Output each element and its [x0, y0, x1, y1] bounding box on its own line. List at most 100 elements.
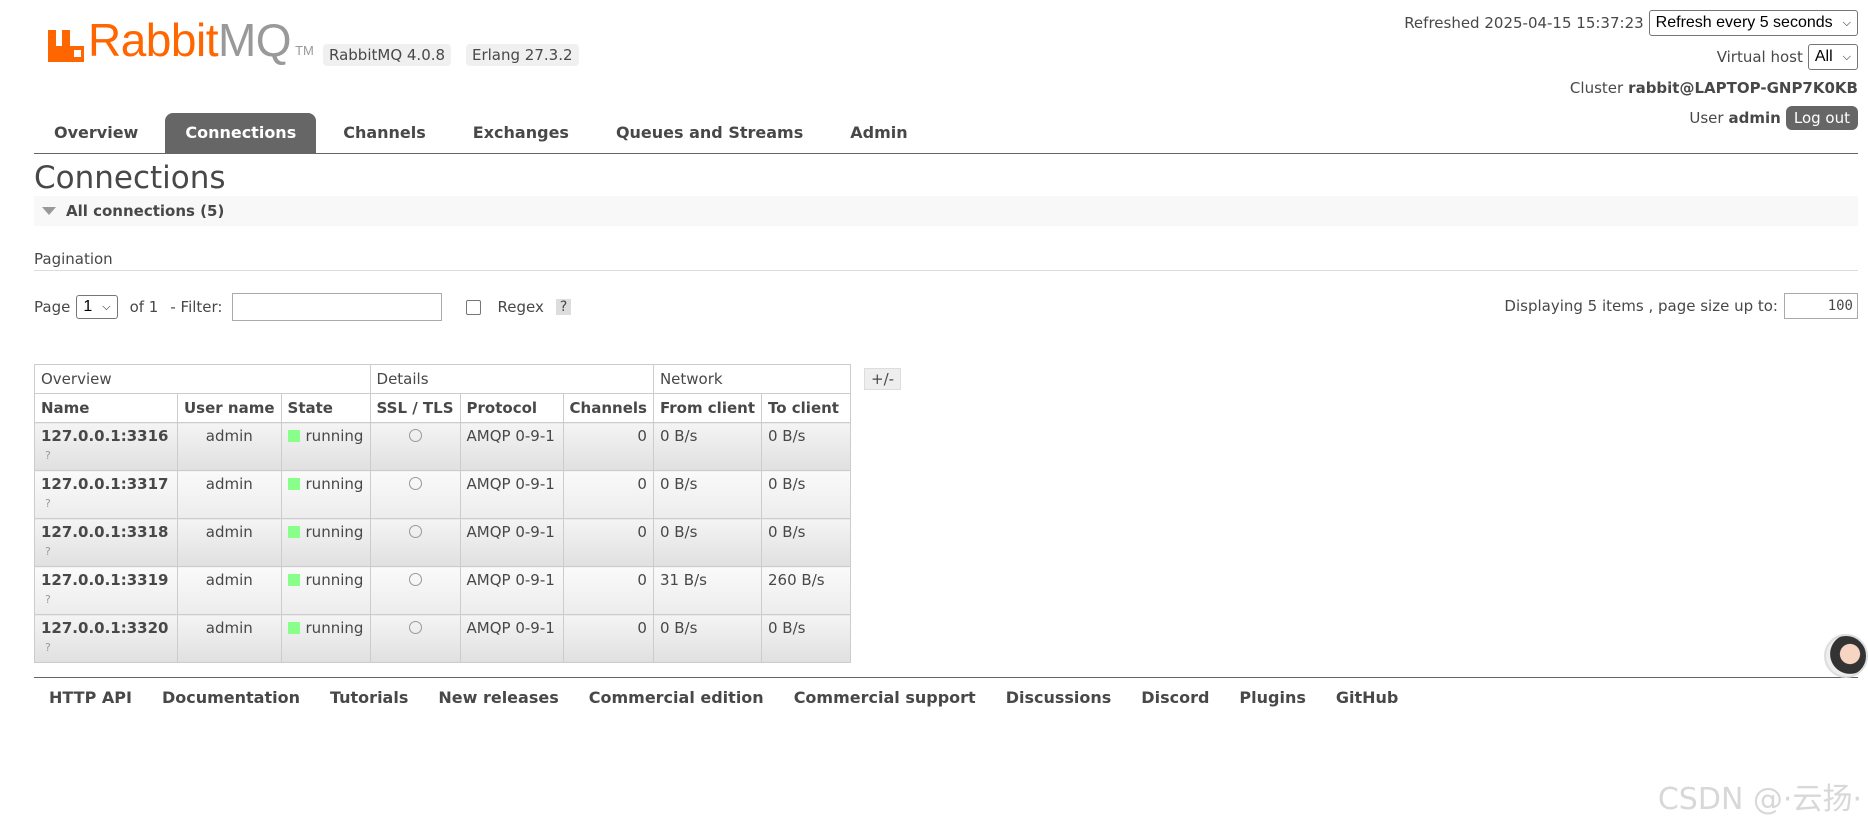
rabbitmq-logo[interactable]: RabbitMQ TM: [48, 14, 314, 66]
state-text: running: [305, 523, 364, 541]
rabbitmq-version-badge: RabbitMQ 4.0.8: [323, 44, 452, 66]
green-square-icon: [287, 622, 300, 634]
column-header-state[interactable]: State: [280, 393, 371, 423]
footer-link-github[interactable]: GitHub: [1321, 688, 1414, 707]
connection-link[interactable]: 127.0.0.1:3319: [41, 571, 171, 589]
regex-label: Regex: [497, 298, 544, 316]
group-header-overview: Overview: [34, 364, 371, 394]
pagination-divider: [34, 270, 1858, 271]
connection-link[interactable]: 127.0.0.1:3316: [41, 427, 171, 445]
state-cell: running: [280, 518, 371, 567]
to-client-cell: 0 B/s: [761, 422, 851, 471]
column-toggle-button[interactable]: +/-: [864, 368, 902, 390]
user-name-cell: admin: [177, 566, 282, 615]
connection-info-marker: ?: [45, 497, 51, 510]
column-header-to-client[interactable]: To client: [761, 393, 851, 423]
pagination-heading: Pagination: [34, 250, 113, 268]
tab-channels[interactable]: Channels: [323, 113, 446, 153]
ssl-cell: [369, 518, 461, 567]
footer-link-discord[interactable]: Discord: [1126, 688, 1224, 707]
channels-cell: 0: [562, 566, 654, 615]
column-header-user-name[interactable]: User name: [177, 393, 282, 423]
green-square-icon: [287, 574, 300, 586]
circle-icon: [408, 429, 422, 442]
refreshed-timestamp: Refreshed 2025-04-15 15:37:23: [1404, 14, 1644, 32]
footer-link-discussions[interactable]: Discussions: [991, 688, 1127, 707]
footer-link-commercial-support[interactable]: Commercial support: [779, 688, 991, 707]
to-client-cell: 260 B/s: [761, 566, 851, 615]
column-header-from-client[interactable]: From client: [652, 393, 763, 423]
protocol-cell: AMQP 0-9-1: [459, 566, 564, 615]
connection-info-marker: ?: [45, 449, 51, 462]
connection-link[interactable]: 127.0.0.1:3317: [41, 475, 171, 493]
footer-link-documentation[interactable]: Documentation: [147, 688, 315, 707]
section-label: All connections (5): [66, 202, 225, 220]
virtual-host-label: Virtual host: [1716, 48, 1803, 66]
protocol-cell: AMQP 0-9-1: [459, 470, 564, 519]
connection-info-marker: ?: [45, 545, 51, 558]
table-row: 127.0.0.1:3317? admin running AMQP 0-9-1…: [34, 470, 851, 519]
cluster-name: rabbit@LAPTOP-GNP7K0KB: [1628, 79, 1858, 97]
footer-link-new-releases[interactable]: New releases: [423, 688, 573, 707]
tab-overview[interactable]: Overview: [34, 113, 158, 153]
regex-checkbox[interactable]: [466, 299, 482, 315]
state-cell: running: [280, 614, 371, 663]
tab-queues-and-streams[interactable]: Queues and Streams: [596, 113, 823, 153]
chevron-down-icon: ⌵: [1842, 17, 1851, 29]
assistant-avatar-icon[interactable]: [1824, 634, 1868, 678]
from-client-cell: 31 B/s: [652, 566, 763, 615]
page-size-input[interactable]: 100: [1784, 293, 1858, 319]
green-square-icon: [287, 478, 300, 490]
green-square-icon: [287, 430, 300, 442]
state-text: running: [305, 427, 364, 445]
protocol-cell: AMQP 0-9-1: [459, 614, 564, 663]
filter-input[interactable]: [232, 293, 443, 321]
ssl-cell: [369, 470, 461, 519]
from-client-cell: 0 B/s: [652, 422, 763, 471]
user-name-cell: admin: [177, 518, 282, 567]
circle-icon: [408, 525, 422, 538]
all-connections-toggle[interactable]: All connections (5): [34, 196, 1858, 226]
connection-link[interactable]: 127.0.0.1:3320: [41, 619, 171, 637]
from-client-cell: 0 B/s: [652, 614, 763, 663]
connection-link[interactable]: 127.0.0.1:3318: [41, 523, 171, 541]
green-square-icon: [287, 526, 300, 538]
rabbit-logo-icon: [48, 24, 84, 62]
main-nav-tabs: Overview Connections Channels Exchanges …: [34, 113, 1858, 154]
ssl-cell: [369, 422, 461, 471]
footer-link-tutorials[interactable]: Tutorials: [315, 688, 423, 707]
circle-icon: [408, 477, 422, 490]
from-client-cell: 0 B/s: [652, 470, 763, 519]
state-text: running: [305, 571, 364, 589]
state-text: running: [305, 619, 364, 637]
state-cell: running: [280, 422, 371, 471]
table-row: 127.0.0.1:3319? admin running AMQP 0-9-1…: [34, 566, 851, 615]
footer-link-http-api[interactable]: HTTP API: [34, 688, 147, 707]
connection-name-cell: 127.0.0.1:3317?: [34, 470, 178, 519]
connection-name-cell: 127.0.0.1:3319?: [34, 566, 178, 615]
column-header-ssl-tls[interactable]: SSL / TLS: [369, 393, 461, 423]
state-cell: running: [280, 566, 371, 615]
user-name-cell: admin: [177, 614, 282, 663]
column-header-channels[interactable]: Channels: [562, 393, 654, 423]
page-label: Page: [34, 298, 71, 316]
footer-link-plugins[interactable]: Plugins: [1224, 688, 1320, 707]
tab-exchanges[interactable]: Exchanges: [453, 113, 589, 153]
refresh-interval-select[interactable]: Refresh every 5 seconds ⌵: [1648, 10, 1858, 36]
logo-trademark: TM: [295, 43, 314, 58]
logo-text: RabbitMQ: [88, 14, 292, 66]
column-header-name[interactable]: Name: [34, 393, 178, 423]
page-select[interactable]: 1 ⌵: [76, 295, 118, 319]
page-title: Connections: [34, 160, 226, 196]
regex-help-button[interactable]: ?: [555, 299, 572, 315]
page-of-label: of 1: [129, 298, 159, 316]
tab-admin[interactable]: Admin: [830, 113, 927, 153]
virtual-host-select[interactable]: All ⌵: [1807, 44, 1858, 70]
erlang-version-badge: Erlang 27.3.2: [466, 44, 579, 66]
tab-connections[interactable]: Connections: [165, 113, 317, 153]
footer-link-commercial-edition[interactable]: Commercial edition: [574, 688, 779, 707]
table-row: 127.0.0.1:3316? admin running AMQP 0-9-1…: [34, 422, 851, 471]
chevron-down-icon: ⌵: [1842, 51, 1851, 63]
column-header-protocol[interactable]: Protocol: [459, 393, 564, 423]
display-summary: Displaying 5 items , page size up to: 10…: [1504, 293, 1858, 319]
